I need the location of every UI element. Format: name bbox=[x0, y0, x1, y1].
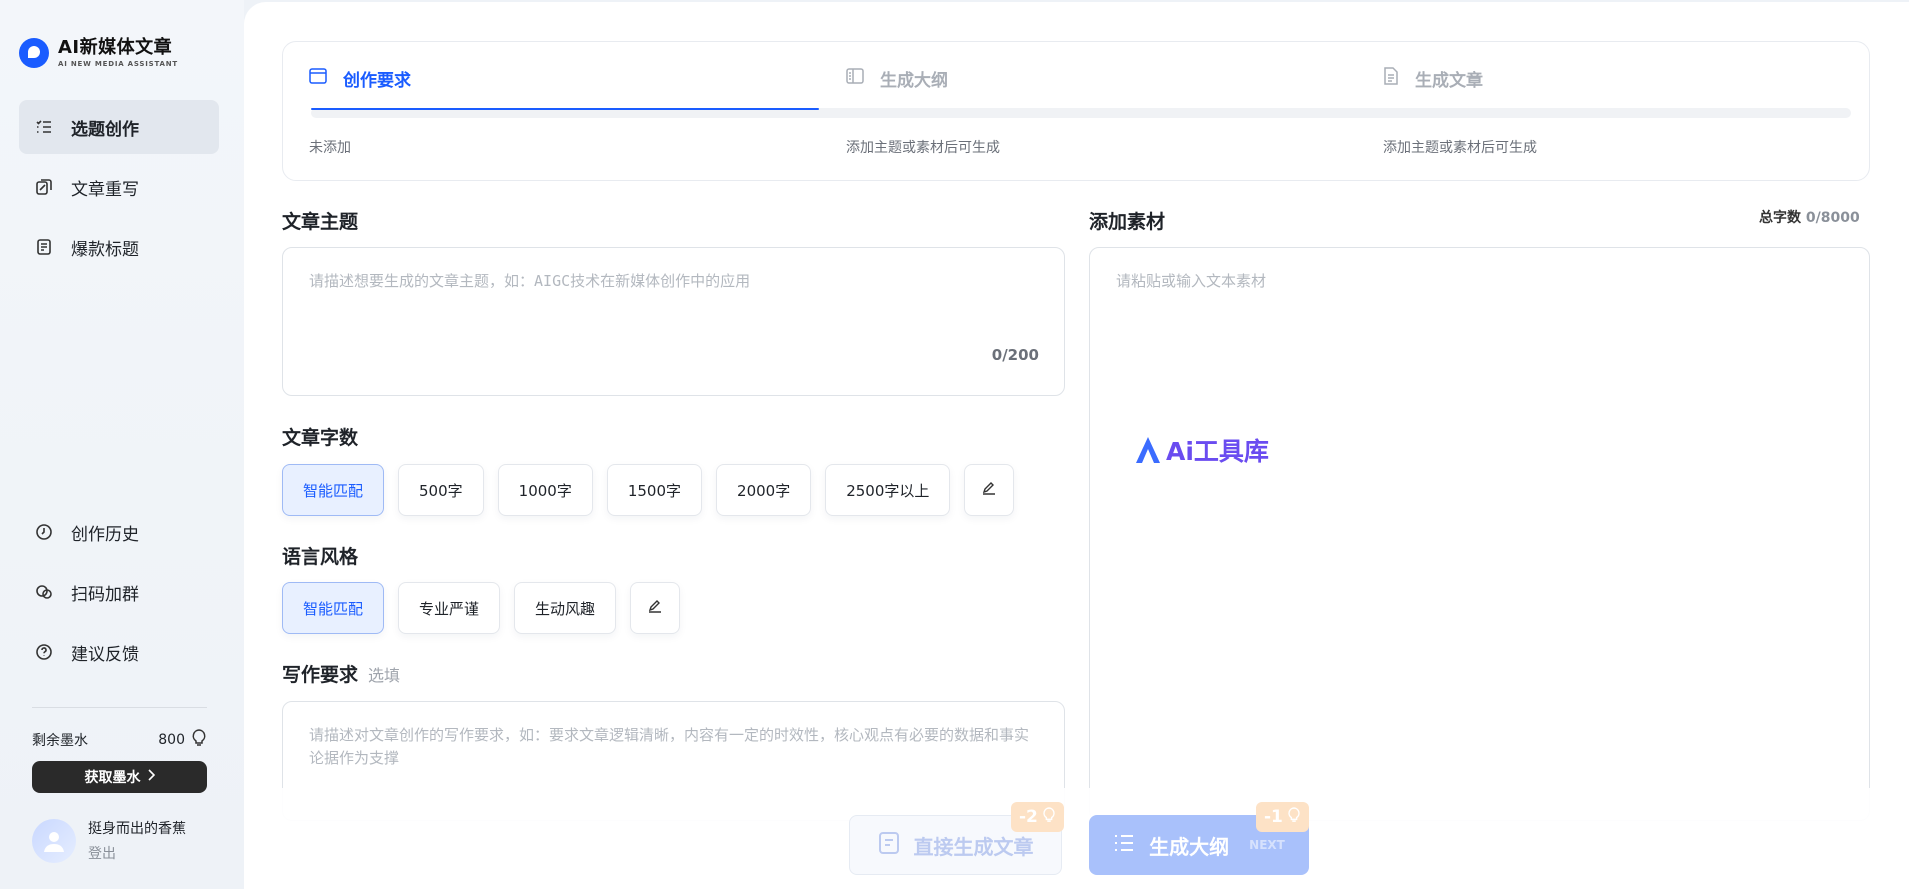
topic-title: 文章主题 bbox=[282, 211, 359, 233]
sidebar-divider bbox=[32, 707, 207, 708]
style-option-professional[interactable]: 专业严谨 bbox=[398, 582, 501, 634]
next-label: NEXT bbox=[1249, 838, 1285, 852]
nav-item-topic-creation[interactable]: 选题创作 bbox=[19, 100, 219, 154]
outline-cost-badge: -1 bbox=[1256, 802, 1309, 832]
material-placeholder: 请粘贴或输入文本素材 bbox=[1116, 272, 1267, 290]
nav-item-join-group[interactable]: 扫码加群 bbox=[19, 565, 219, 619]
requirements-title: 写作要求 选填 bbox=[282, 660, 400, 687]
direct-cost-value: -2 bbox=[1019, 807, 1038, 827]
ink-label: 剩余墨水 bbox=[32, 733, 88, 749]
rewrite-icon bbox=[35, 178, 53, 196]
list-icon bbox=[35, 118, 53, 136]
watermark-icon bbox=[1136, 437, 1160, 463]
question-icon bbox=[35, 643, 53, 661]
step-desc: 未添加 bbox=[309, 140, 351, 156]
article-icon bbox=[1383, 67, 1399, 90]
outline-icon bbox=[846, 68, 864, 89]
bulb-icon bbox=[1287, 806, 1301, 828]
brand-logo[interactable]: AI新媒体文章 AI NEW MEDIA ASSISTANT bbox=[19, 38, 178, 68]
style-title: 语言风格 bbox=[282, 546, 359, 568]
document-icon bbox=[35, 238, 53, 256]
watermark-text: Ai工具库 bbox=[1166, 437, 1269, 466]
step-outline[interactable]: 生成大纲 bbox=[846, 66, 948, 91]
progress-fill bbox=[311, 108, 820, 110]
nav-item-label: 爆款标题 bbox=[71, 239, 139, 260]
secondary-nav: 创作历史 扫码加群 建议反馈 bbox=[19, 505, 219, 685]
chevron-right-icon bbox=[147, 769, 155, 785]
word-count-option-1500[interactable]: 1500字 bbox=[606, 464, 703, 516]
article-icon bbox=[878, 831, 900, 860]
topic-placeholder: 请描述想要生成的文章主题，如：AIGC技术在新媒体创作中的应用 bbox=[309, 272, 751, 290]
step-title: 创作要求 bbox=[343, 71, 411, 91]
step-progress: 创作要求 生成大纲 生成文章 未添加 添加主题或素材后可生成 添加主题或素材后可… bbox=[282, 41, 1870, 181]
outline-cost-value: -1 bbox=[1264, 807, 1283, 827]
requirements-title-text: 写作要求 bbox=[282, 664, 359, 686]
user-profile[interactable]: 挺身而出的香蕉 登出 bbox=[32, 818, 186, 863]
total-count-label: 总字数 bbox=[1759, 210, 1801, 226]
word-count-title: 文章字数 bbox=[282, 427, 359, 449]
bulb-icon bbox=[191, 729, 207, 751]
group-icon bbox=[35, 583, 53, 601]
generate-outline-label: 生成大纲 bbox=[1149, 834, 1230, 859]
step-desc: 添加主题或素材后可生成 bbox=[1383, 140, 1537, 156]
brand-title: AI新媒体文章 bbox=[58, 36, 173, 58]
generate-article-label: 直接生成文章 bbox=[913, 834, 1034, 859]
action-bar: 直接生成文章 -2 生成大纲 NEXT -1 bbox=[244, 788, 1909, 889]
requirements-placeholder: 请描述对文章创作的写作要求，如：要求文章逻辑清晰，内容有一定的时效性，核心观点有… bbox=[309, 726, 1030, 767]
nav-item-article-rewrite[interactable]: 文章重写 bbox=[19, 160, 219, 214]
main-panel: 创作要求 生成大纲 生成文章 未添加 添加主题或素材后可生成 添加主题或素材后可… bbox=[244, 2, 1909, 889]
material-total-count: 总字数 0/8000 bbox=[1759, 207, 1860, 227]
nav-item-hot-titles[interactable]: 爆款标题 bbox=[19, 220, 219, 274]
style-custom-button[interactable] bbox=[630, 582, 681, 634]
main-nav: 选题创作 文章重写 爆款标题 bbox=[19, 100, 219, 280]
progress-track bbox=[311, 108, 1851, 118]
pencil-icon bbox=[647, 598, 663, 618]
get-ink-label: 获取墨水 bbox=[84, 770, 141, 786]
style-option-lively[interactable]: 生动风趣 bbox=[514, 582, 617, 634]
bulb-icon bbox=[1042, 806, 1056, 828]
word-count-option-1000[interactable]: 1000字 bbox=[497, 464, 593, 516]
nav-item-label: 创作历史 bbox=[71, 524, 139, 545]
clock-icon bbox=[35, 523, 53, 541]
word-count-custom-button[interactable] bbox=[964, 464, 1015, 516]
nav-item-history[interactable]: 创作历史 bbox=[19, 505, 219, 559]
word-count-options: 智能匹配 500字 1000字 1500字 2000字 2500字以上 bbox=[282, 464, 1015, 516]
direct-cost-badge: -2 bbox=[1011, 802, 1064, 832]
avatar[interactable] bbox=[32, 818, 76, 863]
nav-item-label: 文章重写 bbox=[71, 179, 139, 200]
material-input[interactable]: 请粘贴或输入文本素材 bbox=[1089, 247, 1870, 821]
ink-balance: 剩余墨水 800 bbox=[32, 729, 207, 751]
nav-item-feedback[interactable]: 建议反馈 bbox=[19, 625, 219, 679]
brand-logo-icon bbox=[19, 38, 49, 68]
material-title: 添加素材 bbox=[1089, 211, 1166, 233]
logout-link[interactable]: 登出 bbox=[88, 843, 186, 863]
total-count-value: 0/8000 bbox=[1805, 210, 1860, 226]
sidebar: AI新媒体文章 AI NEW MEDIA ASSISTANT 选题创作 文章重写… bbox=[0, 0, 244, 889]
user-name: 挺身而出的香蕉 bbox=[88, 821, 186, 837]
requirements-optional: 选填 bbox=[368, 666, 401, 685]
brand-subtitle: AI NEW MEDIA ASSISTANT bbox=[58, 59, 178, 68]
nav-item-label: 扫码加群 bbox=[71, 584, 139, 605]
nav-item-label: 选题创作 bbox=[71, 119, 139, 140]
watermark-logo: Ai工具库 bbox=[1134, 432, 1269, 468]
step-article[interactable]: 生成文章 bbox=[1383, 66, 1483, 91]
style-option-smart[interactable]: 智能匹配 bbox=[282, 582, 385, 634]
word-count-option-500[interactable]: 500字 bbox=[398, 464, 484, 516]
topic-counter: 0/200 bbox=[991, 346, 1039, 364]
word-count-option-smart[interactable]: 智能匹配 bbox=[282, 464, 385, 516]
word-count-option-2000[interactable]: 2000字 bbox=[716, 464, 812, 516]
style-options: 智能匹配 专业严谨 生动风趣 bbox=[282, 582, 681, 634]
window-icon bbox=[309, 68, 327, 89]
step-desc: 添加主题或素材后可生成 bbox=[846, 140, 1000, 156]
list-icon bbox=[1113, 833, 1135, 858]
get-ink-button[interactable]: 获取墨水 bbox=[32, 761, 207, 793]
topic-input[interactable]: 请描述想要生成的文章主题，如：AIGC技术在新媒体创作中的应用 0/200 bbox=[282, 247, 1065, 396]
step-requirements[interactable]: 创作要求 bbox=[309, 66, 411, 91]
ink-value: 800 bbox=[158, 732, 185, 748]
pencil-icon bbox=[981, 480, 997, 500]
nav-item-label: 建议反馈 bbox=[71, 644, 139, 665]
step-title: 生成文章 bbox=[1415, 71, 1483, 91]
step-title: 生成大纲 bbox=[880, 71, 948, 91]
word-count-option-2500-plus[interactable]: 2500字以上 bbox=[825, 464, 951, 516]
